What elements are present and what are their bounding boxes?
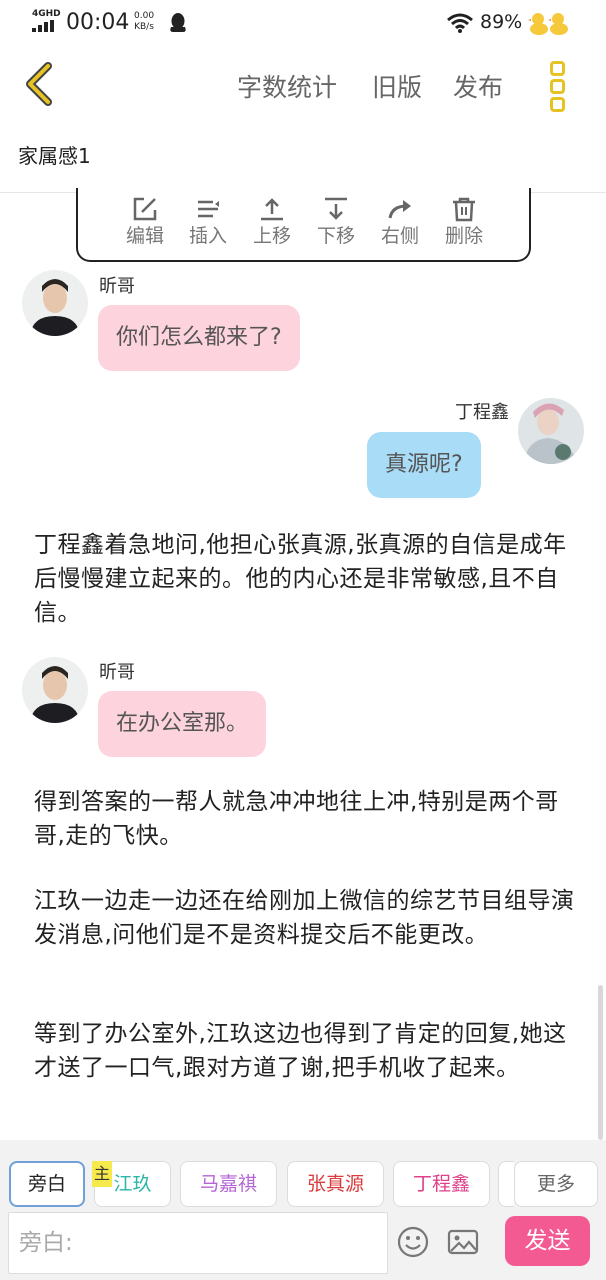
delete-label: 删除 [444,225,483,247]
old-version-button[interactable]: 旧版 [372,68,422,104]
narration-paragraph: 丁程鑫着急地问,他担心张真源,张真源的自信是成年后慢慢建立起来的。他的内心还是非… [34,532,567,626]
insert-icon [198,200,219,218]
narration-paragraph: 等到了办公室外,江玖这边也得到了肯定的回复,她这才送了一口气,跟对方道了谢,把手… [34,1021,567,1081]
scrollbar[interactable] [598,985,603,1140]
more-roles-label: 更多 [536,1173,575,1195]
wifi-icon [447,13,473,33]
main-role-tag: 主 [92,1161,112,1187]
avatar[interactable] [518,398,584,464]
duck-icon [528,13,568,35]
edit-icon [133,197,157,221]
chat-bubble[interactable]: 在办公室那。 [98,691,267,757]
role-chip-zhangzhenyuan[interactable]: 张真源 [287,1161,384,1207]
speaker-name: 丁程鑫 [455,402,509,423]
chat-bubble[interactable]: 你们怎么都来了? [98,305,300,371]
image-icon[interactable] [446,1225,480,1259]
role-chip-dingchengxin[interactable]: 丁程鑫 [393,1161,490,1207]
status-bar: 4GHD 00:04 0.00 KB/s 89% [0,0,606,48]
battery-level: 89% [480,11,523,33]
role-chip-label: 江玖 [113,1173,152,1195]
role-chip-label: 丁程鑫 [412,1173,470,1195]
avatar[interactable] [22,270,88,336]
role-chip-label: 张真源 [306,1173,364,1195]
more-roles-button[interactable]: 更多 [514,1161,598,1207]
move-up-button[interactable]: 上移 [244,194,300,254]
narration-paragraph: 江玖一边走一边还在给刚加上微信的综艺节目组导演发消息,问他们是不是资料提交后不能… [34,888,575,948]
word-count-button[interactable]: 字数统计 [237,68,337,104]
delete-button[interactable]: 删除 [436,194,492,254]
role-chip-label: 马嘉祺 [199,1173,257,1195]
narration-paragraph: 得到答案的一帮人就急冲冲地往上冲,特别是两个哥哥,走的飞快。 [34,789,559,849]
chevron-left-icon[interactable] [18,58,62,110]
avatar[interactable] [22,657,88,723]
publish-button[interactable]: 发布 [453,68,503,104]
message-input[interactable] [9,1213,387,1273]
send-button[interactable]: 发送 [505,1216,590,1266]
speed-unit: KB/s [134,22,154,32]
insert-button[interactable]: 插入 [180,194,236,254]
signal-icon [32,20,58,32]
right-side-label: 右侧 [380,225,419,247]
network-type: 4GHD [32,9,61,19]
chat-bubble[interactable]: 真源呢? [367,432,481,498]
emoji-icon[interactable] [396,1225,430,1259]
move-up-label: 上移 [252,225,291,247]
redo-right-icon [388,200,411,219]
role-chip-label: 旁白 [27,1173,66,1195]
trash-icon [453,197,475,222]
network-speed: 0.00 KB/s [134,11,154,33]
role-chip-narrator[interactable]: 旁白 [9,1161,85,1207]
edit-toolbar: 编辑 插入 上移 下移 右侧 删除 [76,188,531,262]
document-title: 家属感1 [18,144,91,168]
message-input-box[interactable] [8,1212,388,1274]
right-side-button[interactable]: 右侧 [372,194,428,254]
move-down-icon [325,197,347,220]
role-chip-majiaqi[interactable]: 马嘉祺 [180,1161,277,1207]
more-vertical-icon[interactable] [546,58,570,112]
edit-button[interactable]: 编辑 [117,194,173,254]
clock: 00:04 [66,10,130,35]
speed-value: 0.00 [134,11,155,21]
role-chip-partial[interactable] [498,1161,514,1207]
insert-label: 插入 [188,225,227,247]
speaker-name: 昕哥 [99,276,135,297]
move-up-icon [261,198,283,221]
app-header: 字数统计 旧版 发布 [0,48,606,124]
move-down-label: 下移 [316,225,355,247]
qq-icon [170,13,186,32]
speaker-name: 昕哥 [99,662,135,683]
move-down-button[interactable]: 下移 [308,194,364,254]
edit-label: 编辑 [125,225,164,247]
